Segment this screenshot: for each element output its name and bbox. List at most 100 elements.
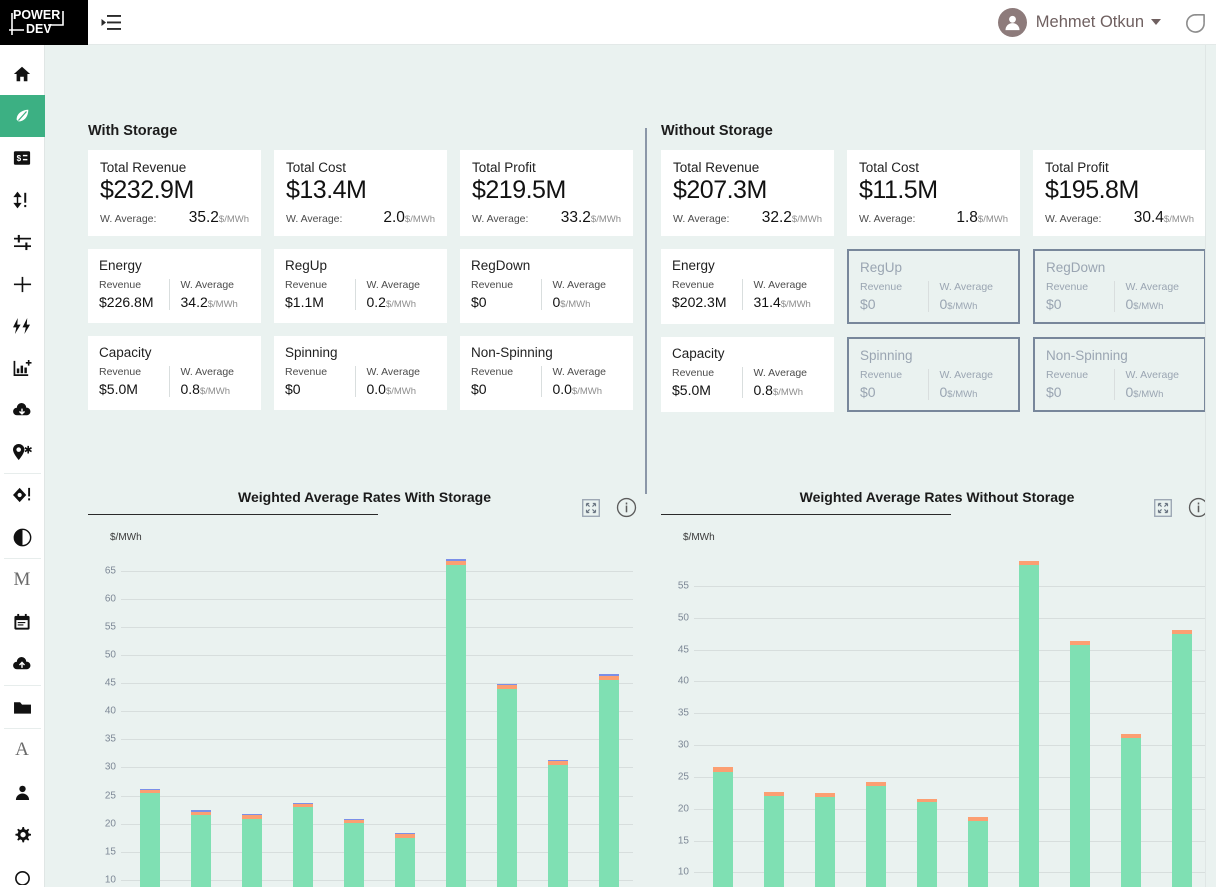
- stacked-bar[interactable]: [140, 789, 160, 887]
- stream-card-regdown[interactable]: RegDown Revenue $0 W. Average 0$/MWh: [1033, 249, 1206, 324]
- kpi-unit: $/MWh: [405, 214, 435, 225]
- sidebar-item-layers-alert[interactable]: [0, 474, 45, 516]
- stacked-bar[interactable]: [293, 803, 313, 887]
- bar-slot[interactable]: [226, 554, 277, 887]
- kpi-card-total-revenue[interactable]: Total Revenue $232.9M W. Average: 35.2$/…: [88, 150, 261, 236]
- bar-slot[interactable]: [482, 554, 533, 887]
- sidebar-item-calendar[interactable]: [0, 601, 45, 643]
- stream-average-col: W. Average 0.0$/MWh: [541, 366, 623, 397]
- sidebar-item-pie-report[interactable]: [0, 516, 45, 558]
- stream-card-energy[interactable]: Energy Revenue $202.3M W. Average 31.4$/…: [661, 249, 834, 324]
- bar-slot[interactable]: [901, 554, 952, 887]
- stream-card-regdown[interactable]: RegDown Revenue $0 W. Average 0$/MWh: [460, 249, 633, 323]
- stream-card-capacity[interactable]: Capacity Revenue $5.0M W. Average 0.8$/M…: [661, 337, 834, 412]
- stream-card-regup[interactable]: RegUp Revenue $0 W. Average 0$/MWh: [847, 249, 1020, 324]
- user-menu[interactable]: Mehmet Otkun: [998, 8, 1169, 37]
- bar-slot[interactable]: [124, 554, 175, 887]
- stream-average-value-wrap: 0$/MWh: [940, 384, 1008, 400]
- stacked-bar[interactable]: [497, 684, 517, 887]
- bar-slot[interactable]: [1054, 554, 1105, 887]
- sidebar-item-power[interactable]: [0, 305, 45, 347]
- bar-slot[interactable]: [1156, 554, 1207, 887]
- kpi-unit: $/MWh: [792, 214, 822, 225]
- bar-slot[interactable]: [533, 554, 584, 887]
- bar-slot[interactable]: [850, 554, 901, 887]
- bar-slot[interactable]: [1003, 554, 1054, 887]
- chart-title-underline: [661, 514, 951, 515]
- sidebar-item-sliders[interactable]: [0, 221, 45, 263]
- kpi-card-total-cost[interactable]: Total Cost $13.4M W. Average: 2.0$/MWh: [274, 150, 447, 236]
- chevron-down-icon[interactable]: [1151, 19, 1161, 25]
- bar-slot[interactable]: [1105, 554, 1156, 887]
- expand-icon[interactable]: [582, 499, 600, 517]
- stacked-bar[interactable]: [446, 559, 466, 887]
- stacked-bar[interactable]: [917, 799, 937, 887]
- kpi-card-total-profit[interactable]: Total Profit $219.5M W. Average: 33.2$/M…: [460, 150, 633, 236]
- sidebar-item-markets[interactable]: M: [0, 559, 45, 601]
- sidebar-item-rates-revenue[interactable]: [0, 95, 45, 137]
- stacked-bar[interactable]: [191, 810, 211, 887]
- stream-card-capacity[interactable]: Capacity Revenue $5.0M W. Average 0.8$/M…: [88, 336, 261, 410]
- sidebar-item-add-chart[interactable]: [0, 347, 45, 389]
- bar-slot[interactable]: [175, 554, 226, 887]
- kpi-card-total-profit[interactable]: Total Profit $195.8M W. Average: 30.4$/M…: [1033, 150, 1206, 236]
- bar-slot[interactable]: [952, 554, 1003, 887]
- y-axis-tick-label: 40: [88, 706, 116, 717]
- stream-card-spinning[interactable]: Spinning Revenue $0 W. Average 0$/MWh: [847, 337, 1020, 412]
- stacked-bar[interactable]: [968, 817, 988, 887]
- sidebar-item-billing[interactable]: $: [0, 137, 45, 179]
- sidebar-item-home[interactable]: [0, 53, 45, 95]
- bar-slot[interactable]: [748, 554, 799, 887]
- sidebar-item-account[interactable]: [0, 771, 45, 813]
- bar-slot[interactable]: [379, 554, 430, 887]
- sidebar-item-cloud-download[interactable]: [0, 389, 45, 431]
- vertical-scrollbar[interactable]: [1205, 45, 1216, 887]
- stacked-bar[interactable]: [548, 760, 568, 887]
- sidebar-item-add[interactable]: [0, 263, 45, 305]
- bar-slot[interactable]: [697, 554, 748, 887]
- info-icon[interactable]: [616, 497, 637, 518]
- stream-card-non-spinning[interactable]: Non-Spinning Revenue $0 W. Average 0$/MW…: [1033, 337, 1206, 412]
- stream-card-energy[interactable]: Energy Revenue $226.8M W. Average 34.2$/…: [88, 249, 261, 323]
- stacked-bar[interactable]: [1121, 734, 1141, 887]
- sidebar-item-help[interactable]: [0, 855, 45, 887]
- stacked-bar[interactable]: [815, 793, 835, 887]
- logout-icon[interactable]: [1169, 11, 1216, 34]
- bar-slot[interactable]: [431, 554, 482, 887]
- sidebar-item-load-alert[interactable]: [0, 179, 45, 221]
- stacked-bar[interactable]: [395, 833, 415, 887]
- stacked-bar[interactable]: [1172, 630, 1192, 887]
- sidebar-item-settings[interactable]: [0, 813, 45, 855]
- collapse-menu-icon[interactable]: [88, 14, 134, 31]
- stacked-bar[interactable]: [764, 792, 784, 887]
- bar-slot[interactable]: [584, 554, 635, 887]
- sidebar-item-location-star[interactable]: [0, 431, 45, 473]
- stream-revenue-value: $226.8M: [99, 294, 169, 310]
- home-icon: [13, 65, 31, 83]
- sidebar-item-cloud-upload[interactable]: [0, 643, 45, 685]
- stream-revenue-value: $5.0M: [672, 382, 742, 398]
- bar-slot[interactable]: [277, 554, 328, 887]
- stacked-bar[interactable]: [1070, 641, 1090, 887]
- kpi-card-total-cost[interactable]: Total Cost $11.5M W. Average: 1.8$/MWh: [847, 150, 1020, 236]
- expand-icon[interactable]: [1154, 499, 1172, 517]
- bar-slot[interactable]: [328, 554, 379, 887]
- stream-revenue-col: Revenue $0: [1046, 281, 1114, 312]
- kpi-card-total-revenue[interactable]: Total Revenue $207.3M W. Average: 32.2$/…: [661, 150, 834, 236]
- sidebar-item-analytics[interactable]: A: [0, 729, 45, 771]
- app-logo[interactable]: POWER DEV: [0, 0, 88, 45]
- chart-plot-area: $/MWh 05101520253035404550556065: [88, 532, 641, 887]
- stacked-bar[interactable]: [1019, 561, 1039, 887]
- stacked-bar[interactable]: [242, 814, 262, 887]
- stream-card-regup[interactable]: RegUp Revenue $1.1M W. Average 0.2$/MWh: [274, 249, 447, 323]
- calendar-icon: [13, 613, 31, 631]
- stacked-bar[interactable]: [866, 782, 886, 887]
- stacked-bar[interactable]: [713, 767, 733, 887]
- kpi-average-label: W. Average:: [1045, 213, 1101, 225]
- stream-card-spinning[interactable]: Spinning Revenue $0 W. Average 0.0$/MWh: [274, 336, 447, 410]
- stream-card-non-spinning[interactable]: Non-Spinning Revenue $0 W. Average 0.0$/…: [460, 336, 633, 410]
- stacked-bar[interactable]: [344, 819, 364, 887]
- stacked-bar[interactable]: [599, 674, 619, 887]
- bar-slot[interactable]: [799, 554, 850, 887]
- sidebar-item-files[interactable]: [0, 686, 45, 728]
